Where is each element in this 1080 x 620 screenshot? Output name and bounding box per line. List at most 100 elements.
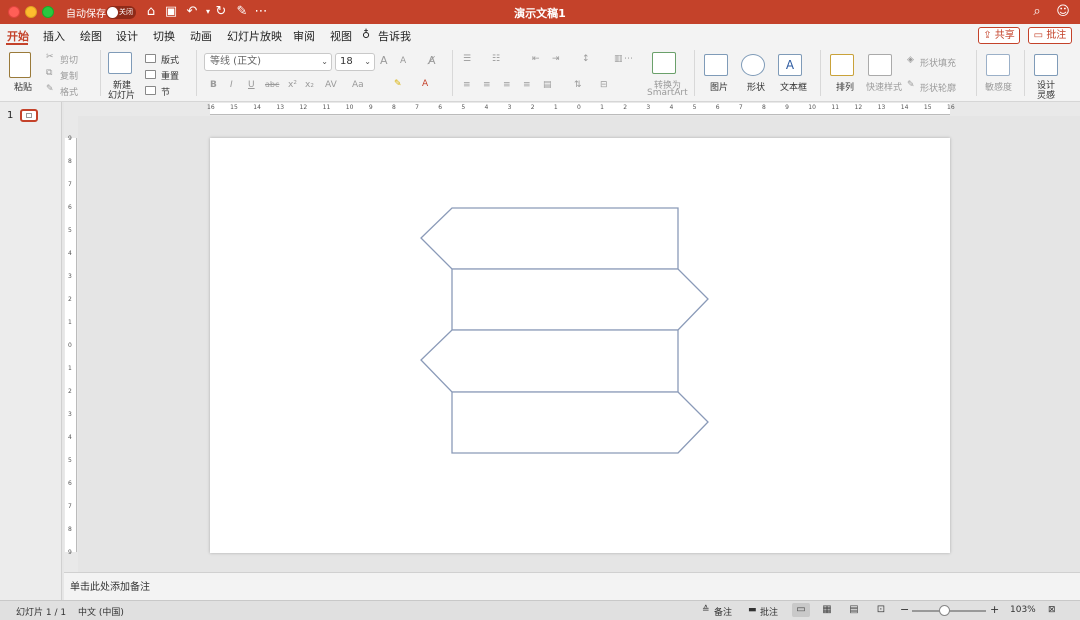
arrange-button[interactable]: 排列 — [836, 80, 854, 93]
slide-thumbnail[interactable] — [20, 109, 38, 122]
grow-font-button[interactable]: A — [380, 54, 388, 67]
smartart-icon[interactable] — [652, 52, 676, 74]
reset-icon[interactable] — [145, 70, 156, 79]
shape-outline-button[interactable]: 形状轮廓 — [920, 81, 956, 94]
bullets-icon[interactable]: ☰ — [463, 54, 471, 64]
shape-outline-icon[interactable]: ✎ — [907, 80, 915, 90]
normal-view-icon[interactable]: ▭ — [792, 603, 810, 617]
copy-icon[interactable]: ⧉ — [46, 68, 52, 78]
notes-toggle-button[interactable]: 备注 — [714, 605, 732, 618]
layout-icon[interactable] — [145, 54, 156, 63]
shapes-button[interactable]: 形状 — [747, 80, 765, 93]
cut-icon[interactable]: ✂ — [46, 52, 54, 62]
superscript-button[interactable]: x² — [288, 80, 297, 90]
save-icon[interactable]: ▣ — [162, 3, 180, 21]
notes-placeholder[interactable]: 单击此处添加备注 — [70, 578, 150, 593]
customize-icon[interactable]: ✎ — [233, 3, 251, 21]
align-center-icon[interactable]: ≡ — [483, 80, 491, 90]
slideshow-view-icon[interactable]: ⊡ — [872, 603, 890, 617]
zoom-out-button[interactable]: − — [900, 603, 909, 616]
tab-animations[interactable]: 动画 — [190, 28, 212, 44]
subscript-button[interactable]: x₂ — [305, 80, 314, 90]
text-direction-icon[interactable]: ⇅ — [574, 80, 582, 90]
shape-fill-button[interactable]: 形状填充 — [920, 56, 956, 69]
font-color-icon[interactable]: A — [422, 79, 428, 89]
list-dropdown-icon[interactable]: ⋯ — [624, 54, 633, 64]
italic-button[interactable]: I — [230, 80, 233, 90]
font-size-select[interactable]: 18 ⌄ — [335, 53, 375, 71]
comments-toggle-button[interactable]: 批注 — [760, 605, 778, 618]
close-window-button[interactable] — [8, 6, 20, 18]
vertical-ruler[interactable]: 9 8 7 6 5 4 3 2 1 0 1 2 3 4 5 6 7 8 9 — [64, 116, 78, 572]
minimize-window-button[interactable] — [25, 6, 37, 18]
tab-tell-me[interactable]: 告诉我 — [378, 28, 411, 44]
change-case-button[interactable]: Aa — [352, 80, 364, 90]
bold-button[interactable]: B — [210, 80, 217, 90]
sensitivity-icon[interactable] — [986, 54, 1010, 76]
pentagon-shape-left-1[interactable] — [420, 207, 679, 270]
tab-draw[interactable]: 绘图 — [80, 28, 102, 44]
align-right-icon[interactable]: ≡ — [503, 80, 511, 90]
search-icon[interactable]: ⌕ — [1028, 3, 1046, 21]
copy-button[interactable]: 复制 — [60, 69, 78, 82]
tab-review[interactable]: 审阅 — [293, 28, 315, 44]
tab-slideshow[interactable]: 幻灯片放映 — [227, 28, 282, 44]
pentagon-shape-right-2[interactable] — [451, 391, 709, 454]
char-spacing-button[interactable]: AV — [325, 80, 337, 90]
textbox-button[interactable]: 文本框 — [780, 80, 807, 93]
tab-design[interactable]: 设计 — [116, 28, 138, 44]
shrink-font-button[interactable]: A — [400, 56, 406, 66]
align-text-icon[interactable]: ⊟ — [600, 80, 608, 90]
format-painter-button[interactable]: 格式 — [60, 85, 78, 98]
home-icon[interactable]: ⌂ — [142, 3, 160, 21]
zoom-level[interactable]: 103% — [1010, 605, 1036, 615]
autosave-toggle[interactable]: 关闭 — [106, 6, 136, 19]
paste-button[interactable]: 粘贴 — [14, 80, 32, 93]
clear-format-icon[interactable]: A̸ — [428, 54, 436, 67]
zoom-in-button[interactable]: + — [990, 603, 999, 616]
section-icon[interactable] — [145, 86, 156, 95]
pentagon-shape-left-2[interactable] — [420, 329, 679, 393]
comment-button[interactable]: ▭ 批注 — [1028, 27, 1072, 44]
slide-canvas[interactable] — [78, 116, 1080, 572]
distribute-icon[interactable]: ▤ — [543, 80, 552, 90]
decrease-indent-icon[interactable]: ⇤ — [532, 54, 540, 64]
sensitivity-button[interactable]: 敏感度 — [985, 80, 1012, 93]
columns-icon[interactable]: ▥ — [614, 54, 623, 64]
textbox-icon[interactable]: A — [778, 54, 802, 76]
slide[interactable] — [210, 138, 950, 553]
language-indicator[interactable]: 中文 (中国) — [78, 605, 124, 618]
new-slide-icon[interactable] — [108, 52, 132, 74]
picture-icon[interactable] — [704, 54, 728, 76]
reading-view-icon[interactable]: ▤ — [845, 603, 863, 617]
smiley-icon[interactable]: ☺ — [1054, 3, 1072, 21]
tab-insert[interactable]: 插入 — [43, 28, 65, 44]
line-spacing-icon[interactable]: ↕ — [582, 54, 590, 64]
share-button[interactable]: ⇪ 共享 — [978, 27, 1020, 44]
font-name-select[interactable]: 等线 (正文) ⌄ — [204, 53, 332, 71]
more-icon[interactable]: ⋯ — [252, 3, 270, 21]
align-left-icon[interactable]: ≡ — [463, 80, 471, 90]
pentagon-shape-right-1[interactable] — [451, 268, 709, 331]
highlight-icon[interactable]: ✎ — [394, 79, 402, 89]
tab-view[interactable]: 视图 — [330, 28, 352, 44]
justify-icon[interactable]: ≡ — [523, 80, 531, 90]
section-button[interactable]: 节 — [161, 85, 170, 98]
shape-fill-icon[interactable]: ◈ — [907, 55, 914, 65]
fit-to-window-icon[interactable]: ⊠ — [1048, 605, 1056, 615]
picture-button[interactable]: 图片 — [710, 80, 728, 93]
notes-toggle-icon[interactable]: ≙ — [702, 605, 710, 615]
horizontal-ruler[interactable]: 16 15 14 13 12 11 10 9 8 7 6 5 4 3 2 1 0 1 2 3 4 5 6 7 8 9 10 11 12 1… — [64, 102, 1080, 116]
arrange-icon[interactable] — [830, 54, 854, 76]
smartart-label-2[interactable]: SmartArt — [647, 88, 688, 98]
comments-toggle-icon[interactable]: ▬ — [748, 605, 757, 615]
designer-label-2[interactable]: 灵感 — [1037, 88, 1055, 101]
notes-pane[interactable]: 单击此处添加备注 — [64, 572, 1080, 600]
paste-icon[interactable] — [9, 52, 31, 78]
quick-styles-icon[interactable] — [868, 54, 892, 76]
format-painter-icon[interactable]: ✎ — [46, 84, 54, 94]
strikethrough-button[interactable]: abc — [265, 80, 279, 89]
layout-button[interactable]: 版式 — [161, 53, 179, 66]
quick-styles-button[interactable]: 快速样式 — [866, 80, 902, 93]
redo-icon[interactable]: ↻ — [212, 3, 230, 21]
